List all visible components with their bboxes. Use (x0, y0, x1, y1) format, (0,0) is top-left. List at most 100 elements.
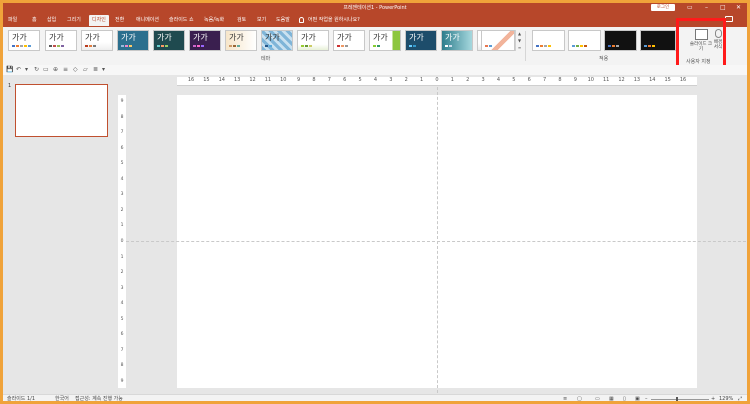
title-bar: 프레젠테이션1 - PowerPoint 로그인 ▭ – □ ✕ (3, 3, 747, 13)
comments-icon[interactable] (725, 16, 733, 22)
vertical-ruler: 9 8 7 6 5 4 3 2 1 0 1 2 3 4 5 6 7 8 9 (118, 95, 126, 388)
normal-view-icon[interactable]: ▭ (595, 395, 600, 401)
tab-design[interactable]: 디자인 (89, 15, 109, 26)
tab-file[interactable]: 파일 (8, 15, 17, 26)
variant-1[interactable] (532, 30, 565, 51)
ruler-left-label: 4 (120, 176, 124, 182)
theme-preview-text: 가가 (409, 33, 424, 42)
theme-6[interactable]: 가가 (189, 30, 221, 51)
close-icon[interactable]: ✕ (736, 4, 741, 11)
fit-to-window-icon[interactable]: ⤢ (738, 395, 742, 401)
touch-mode-icon[interactable]: ⊕ (53, 65, 58, 75)
ruler-top-label: 6 (527, 77, 531, 83)
ruler-top-label: 3 (389, 77, 393, 83)
tab-view[interactable]: 보기 (257, 15, 266, 26)
theme-10[interactable]: 가가 (333, 30, 365, 51)
theme-office[interactable]: 가가 (8, 30, 40, 51)
dropdown-icon[interactable]: ▾ (25, 65, 28, 75)
tab-slideshow[interactable]: 슬라이드 쇼 (169, 15, 194, 26)
slide-sorter-icon[interactable]: ▦ (609, 395, 614, 401)
zoom-level[interactable]: 129% (719, 395, 733, 401)
theme-preview-text: 가가 (157, 33, 172, 42)
theme-gallery-scroll[interactable]: ▲ ▼ ≡ (515, 30, 523, 51)
ruler-left-label: 9 (120, 99, 124, 104)
save-icon[interactable]: 💾 (6, 65, 13, 75)
variant-4[interactable] (640, 30, 676, 51)
theme-3[interactable]: 가가 (81, 30, 113, 51)
theme-preview-text: 가가 (121, 33, 136, 42)
tab-review[interactable]: 검토 (237, 15, 246, 26)
theme-2[interactable]: 가가 (45, 30, 77, 51)
text-icon[interactable]: ≣ (93, 65, 98, 75)
ruler-left-label: 0 (120, 239, 124, 244)
language-status[interactable]: 한국어 (55, 395, 69, 401)
zoom-out-icon[interactable]: – (645, 395, 648, 401)
ruler-left-label: 1 (120, 223, 124, 229)
ruler-top-label: 1 (420, 77, 424, 83)
zoom-slider[interactable] (651, 399, 709, 400)
redo-icon[interactable]: ↻ (34, 65, 39, 75)
theme-preview-text: 가가 (373, 33, 388, 42)
ruler-left-label: 5 (120, 316, 124, 322)
undo-icon[interactable]: ↶ (16, 65, 21, 75)
variant-3[interactable] (604, 30, 637, 51)
ruler-top-label: 5 (358, 77, 362, 83)
theme-15[interactable]: 가가 (481, 30, 515, 51)
slideshow-view-icon[interactable]: ▣ (635, 395, 640, 401)
notes-icon[interactable]: ≡ (563, 395, 567, 401)
tab-help[interactable]: 도움말 (276, 15, 290, 26)
theme-7[interactable]: 가가 (225, 30, 257, 51)
accessibility-status[interactable]: 접근성: 계속 진행 가능 (75, 395, 123, 401)
variants-group-label: 적용 (599, 56, 609, 62)
reading-view-icon[interactable]: ▯ (623, 395, 626, 401)
theme-4[interactable]: 가가 (117, 30, 149, 51)
theme-preview-text: 가가 (85, 33, 100, 42)
group-separator (525, 31, 526, 61)
tab-animations[interactable]: 애니메이션 (136, 15, 159, 26)
customize-qat-icon[interactable]: ▾ (102, 65, 105, 75)
comments-status-icon[interactable]: ▢ (577, 395, 582, 401)
tab-insert[interactable]: 삽입 (47, 15, 56, 26)
login-button[interactable]: 로그인 (651, 4, 675, 11)
ruler-top-label: 15 (203, 77, 210, 83)
tell-me-search[interactable]: 어떤 작업을 원하시나요? (299, 16, 360, 23)
ruler-top-label: 11 (264, 77, 272, 83)
theme-preview-text: 가가 (445, 33, 460, 42)
theme-13[interactable]: 가가 (441, 30, 473, 51)
tab-draw[interactable]: 그리기 (67, 15, 81, 26)
theme-12[interactable]: 가가 (405, 30, 437, 51)
zoom-slider-thumb[interactable] (676, 397, 678, 401)
ruler-top-label: 2 (404, 77, 408, 83)
ruler-top-label: 10 (587, 77, 594, 83)
slide-thumbnail[interactable] (15, 84, 108, 137)
maximize-icon[interactable]: □ (720, 4, 726, 11)
window-title: 프레젠테이션1 - PowerPoint (343, 5, 407, 11)
tell-me-text: 어떤 작업을 원하시나요? (308, 17, 360, 23)
theme-9[interactable]: 가가 (297, 30, 329, 51)
ruler-top-label: 6 (343, 77, 347, 83)
theme-5[interactable]: 가가 (153, 30, 185, 51)
minimize-icon[interactable]: – (705, 4, 708, 11)
arrange-icon[interactable]: ▱ (83, 65, 88, 75)
horizontal-ruler: 16 15 14 13 12 11 10 9 8 7 6 5 4 3 2 1 0 1 2 3 4 5 6 7 8 9 10 11 12 1… (177, 77, 697, 86)
theme-11[interactable]: 가가 (369, 30, 401, 51)
tab-home[interactable]: 홈 (32, 15, 37, 26)
ruler-left-label: 3 (120, 192, 124, 198)
align-icon[interactable]: ≡ (63, 65, 68, 75)
tab-transitions[interactable]: 전환 (115, 15, 124, 26)
tab-record[interactable]: 녹음/녹화 (204, 15, 224, 26)
ruler-left-label: 4 (120, 301, 124, 307)
theme-8[interactable]: 가가 (261, 30, 293, 51)
horizontal-guide (126, 241, 746, 242)
ribbon-display-icon[interactable]: ▭ (687, 4, 693, 11)
variant-2[interactable] (568, 30, 601, 51)
ruler-left-label: 9 (120, 379, 124, 384)
ruler-top-label: 16 (679, 77, 687, 83)
shape-icon[interactable]: ◇ (73, 65, 78, 75)
ruler-top-label: 0 (435, 77, 439, 83)
start-slideshow-icon[interactable]: ▭ (43, 65, 49, 75)
ruler-top-label: 5 (512, 77, 516, 83)
zoom-in-icon[interactable]: + (711, 395, 715, 401)
ruler-top-label: 16 (187, 77, 195, 83)
slide-count: 슬라이드 1/1 (7, 396, 36, 402)
